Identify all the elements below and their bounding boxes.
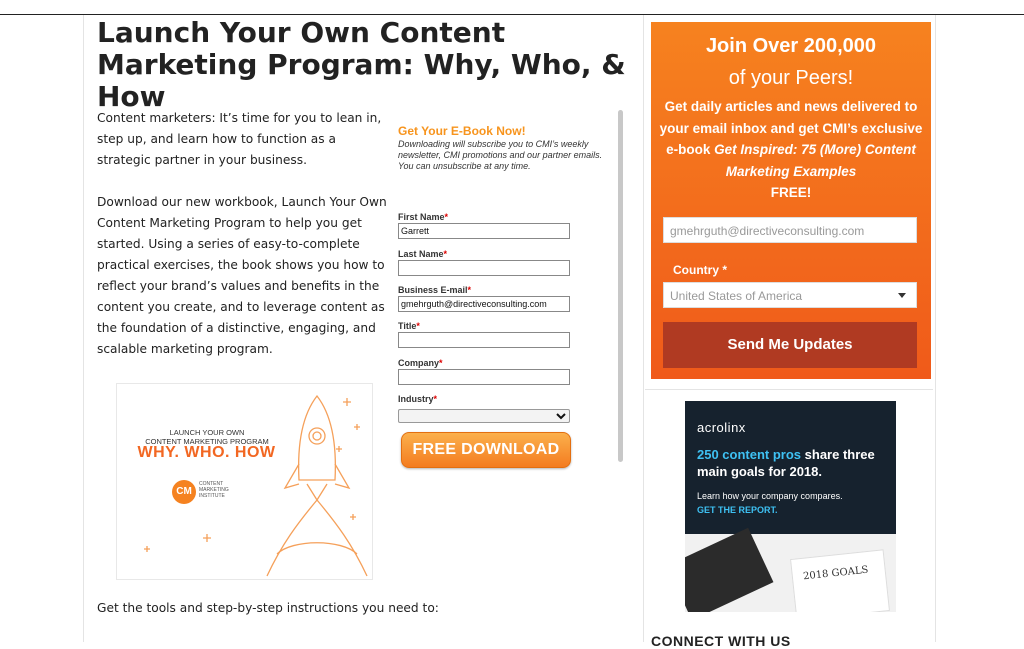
form-scrollbar-thumb[interactable]: [618, 110, 623, 462]
sidebar-right-rule: [935, 15, 936, 642]
promo-headline: Join Over 200,000: [705, 35, 877, 57]
promo-ebook-title: Get Inspired: 75 (More) Content Marketin…: [714, 142, 916, 179]
column-divider: [643, 15, 644, 642]
business-email-input[interactable]: gmehrguth@directiveconsulting.com: [398, 296, 570, 312]
ebook-form-disclaimer: Downloading will subscribe you to CMI’s …: [398, 139, 603, 171]
chevron-down-icon: [898, 293, 906, 298]
ebook-cover-image: LAUNCH YOUR OWN CONTENT MARKETING PROGRA…: [116, 383, 373, 580]
company-label: Company*: [398, 358, 443, 368]
business-email-label: Business E-mail*: [398, 285, 472, 295]
first-name-label: First Name*: [398, 212, 449, 222]
send-me-updates-button[interactable]: Send Me Updates: [663, 322, 917, 368]
industry-label: Industry*: [398, 394, 438, 404]
connect-with-us-heading: CONNECT WITH US: [651, 633, 791, 649]
ebook-form-header: Get Your E-Book Now! Downloading will su…: [398, 124, 608, 172]
newsletter-signup-panel: Join Over 200,000 of your Peers! Get dai…: [651, 22, 931, 379]
ad-headline-highlight: 250 content pros: [697, 447, 802, 462]
tools-paragraph: Get the tools and step-by-step instructi…: [97, 601, 439, 615]
title-field: Title*: [398, 320, 570, 348]
industry-select[interactable]: [398, 408, 570, 423]
company-input[interactable]: [398, 369, 570, 385]
promo-subheadline: of your Peers!: [728, 67, 854, 89]
description-paragraph: Download our new workbook, Launch Your O…: [97, 195, 387, 356]
free-download-button[interactable]: FREE DOWNLOAD: [401, 432, 571, 468]
content-left-rule: [83, 15, 84, 642]
article-title: Launch Your Own Content Marketing Progra…: [97, 16, 626, 113]
promo-body: Get daily articles and news delivered to…: [659, 96, 923, 204]
ad-photo: 2018 GOALS: [685, 527, 896, 612]
first-name-input[interactable]: Garrett: [398, 223, 570, 239]
intro-paragraph: Content marketers: It’s time for you to …: [97, 111, 382, 167]
laptop-image: [685, 527, 774, 612]
acrolinx-ad-banner[interactable]: acrolinx 250 content pros share three ma…: [685, 401, 896, 612]
cmi-logo-text-line: INSTITUTE: [199, 493, 225, 499]
title-input[interactable]: [398, 332, 570, 348]
ebook-cover-line1: LAUNCH YOUR OWN: [169, 428, 245, 437]
rocket-illustration: [144, 394, 368, 577]
last-name-field: Last Name*: [398, 248, 570, 276]
first-name-field: First Name* Garrett: [398, 211, 570, 239]
cmi-logo: CM: [172, 480, 196, 504]
ebook-form-heading: Get Your E-Book Now!: [398, 124, 526, 138]
promo-body-tail: FREE!: [770, 185, 812, 200]
top-border: [0, 14, 1024, 15]
title-label: Title*: [398, 321, 420, 331]
last-name-input[interactable]: [398, 260, 570, 276]
sidebar-divider: [645, 389, 933, 390]
industry-field: Industry*: [398, 393, 570, 423]
newsletter-email-input[interactable]: gmehrguth@directiveconsulting.com: [663, 217, 917, 243]
country-select[interactable]: United States of America: [663, 282, 917, 308]
ad-headline: 250 content pros share three main goals …: [697, 446, 892, 480]
company-field: Company*: [398, 357, 570, 385]
ad-cta-link[interactable]: GET THE REPORT.: [697, 505, 778, 515]
business-email-field: Business E-mail* gmehrguth@directivecons…: [398, 284, 570, 312]
ebook-cover-title: WHY. WHO. HOW: [137, 444, 276, 461]
acrolinx-logo: acrolinx: [697, 420, 746, 435]
cmi-logo-text: CONTENT MARKETING INSTITUTE: [199, 481, 229, 499]
last-name-label: Last Name*: [398, 249, 448, 259]
form-scrollbar[interactable]: [616, 108, 626, 463]
ad-subtext: Learn how your company compares.: [697, 491, 843, 501]
country-label: Country *: [673, 263, 727, 277]
country-select-value: United States of America: [670, 289, 803, 303]
